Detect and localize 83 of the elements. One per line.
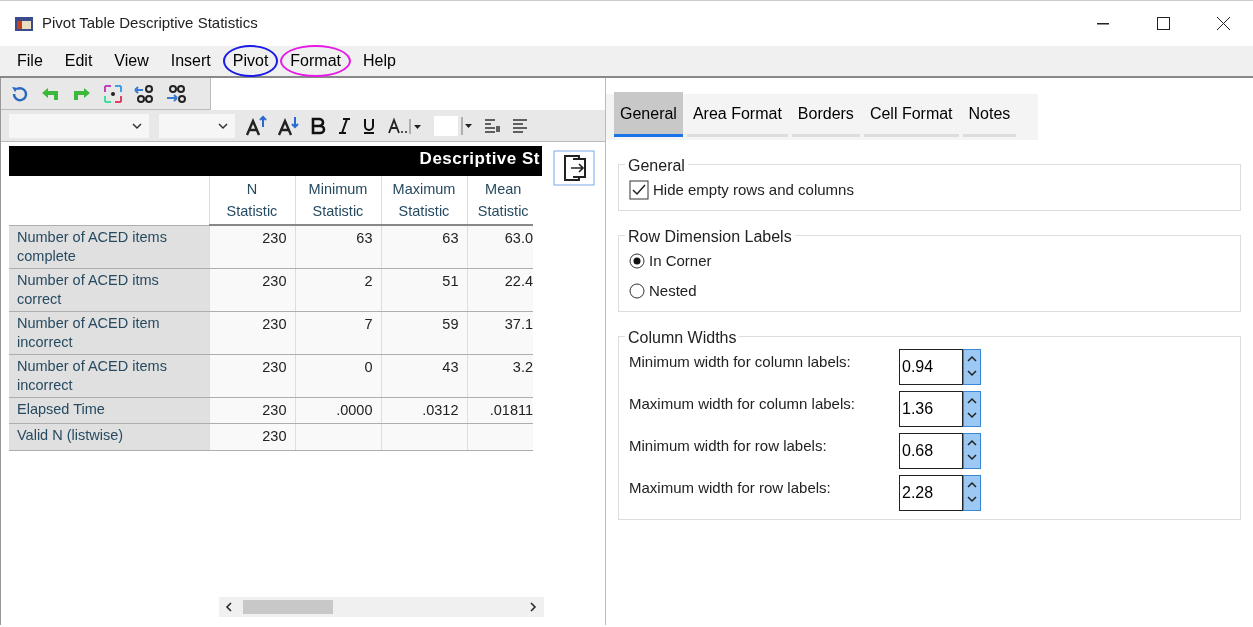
number-field[interactable]: 0.94 [899, 348, 963, 385]
export-icon[interactable] [553, 150, 595, 186]
column-header: Minimum [307, 180, 369, 199]
table-cell: 63 [356, 230, 373, 246]
minimize-icon [1097, 22, 1109, 25]
column-header: Statistic [311, 202, 365, 221]
menu-item[interactable]: File [7, 45, 53, 77]
row-label: Number of ACED itms correct [17, 271, 159, 307]
column-header: Maximum [391, 180, 457, 199]
table-cell: 230 [262, 401, 287, 418]
column-header: Statistic [225, 202, 279, 221]
shrink-font-icon[interactable] [277, 114, 299, 137]
text-color-icon[interactable] [387, 116, 423, 135]
field-label: Minimum width for row labels: [629, 435, 828, 456]
table-cell: 43 [442, 358, 459, 375]
table-cell: 63 [442, 230, 459, 246]
table-title: Descriptive St [9, 146, 542, 176]
italic-icon[interactable] [337, 116, 351, 135]
number-field[interactable]: 2.28 [899, 474, 963, 511]
table-cell: 63.0 [504, 230, 533, 246]
field-label: Maximum width for column labels: [629, 393, 856, 414]
menu-item[interactable]: Edit [54, 45, 103, 77]
tab[interactable]: Area Format [686, 96, 788, 137]
radio-label: Nested [649, 281, 697, 301]
tab[interactable]: General [614, 92, 683, 137]
table-cell: 7 [364, 315, 373, 332]
horizontal-scrollbar[interactable] [219, 596, 544, 617]
maximize-icon [1156, 17, 1170, 30]
menu-item[interactable]: Insert [160, 45, 221, 77]
radio-label: In Corner [649, 250, 712, 271]
menu-item[interactable]: Format [280, 45, 351, 77]
window-title: Pivot Table Descriptive Statistics [42, 13, 258, 34]
table-cell: 22.4 [504, 272, 533, 289]
checkbox[interactable] [629, 180, 649, 201]
table-cell: 0 [364, 358, 373, 375]
field-label: Minimum width for column labels: [629, 351, 852, 372]
underline-icon[interactable] [361, 116, 377, 135]
checkbox-label: Hide empty rows and columns [653, 180, 854, 200]
frame-icon[interactable] [103, 83, 123, 104]
radio-button[interactable] [629, 252, 645, 269]
table-cell: .0000 [336, 401, 373, 418]
number-field[interactable]: 1.36 [899, 390, 963, 427]
row-label: Valid N (listwise) [17, 427, 124, 444]
radio-button[interactable] [629, 283, 645, 300]
column-header: Statistic [476, 202, 530, 221]
table-cell: 51 [442, 272, 459, 289]
table-cell: 59 [442, 315, 459, 332]
table-cell: 37.1 [504, 315, 533, 332]
row-label: Elapsed Time [17, 400, 105, 417]
bold-icon[interactable] [309, 116, 327, 135]
row-label: Number of ACED items incorrect [17, 357, 167, 393]
menu-item[interactable]: Help [353, 45, 406, 77]
tab[interactable]: Notes [962, 96, 1017, 137]
table-cell: .01811 [489, 401, 533, 418]
chevron-down-icon [131, 121, 143, 130]
row-label: Number of ACED item incorrect [17, 314, 160, 350]
chevron-down-icon [217, 121, 229, 130]
table-cell: 3.2 [512, 358, 533, 375]
field-label: Maximum width for row labels: [629, 477, 832, 498]
close-icon [1216, 17, 1230, 30]
table-cell: 230 [262, 272, 287, 289]
tab[interactable]: Borders [791, 96, 860, 137]
column-header: Statistic [397, 202, 451, 221]
row-label: Number of ACED items complete [17, 228, 167, 264]
decrease-decimal-icon[interactable] [133, 83, 155, 104]
align-left-icon[interactable] [511, 116, 529, 135]
number-field[interactable]: 0.68 [899, 432, 963, 469]
fill-color-icon[interactable] [433, 114, 473, 137]
table-cell: 2 [364, 272, 373, 289]
column-header: N [245, 180, 259, 199]
table-cell: 230 [262, 358, 287, 375]
table-cell: 230 [262, 230, 287, 246]
tab[interactable]: Cell Format [863, 96, 959, 137]
indent-icon[interactable] [483, 116, 501, 135]
table-cell: 230 [262, 315, 287, 332]
increase-decimal-icon[interactable] [165, 83, 187, 104]
menu-item[interactable]: View [104, 45, 159, 77]
grow-font-icon[interactable] [245, 114, 267, 137]
app-icon [14, 15, 34, 32]
table-cell: .0312 [422, 401, 459, 418]
menu-item[interactable]: Pivot [222, 45, 279, 77]
column-header: Mean [484, 180, 523, 199]
table-cell: 230 [262, 428, 287, 445]
